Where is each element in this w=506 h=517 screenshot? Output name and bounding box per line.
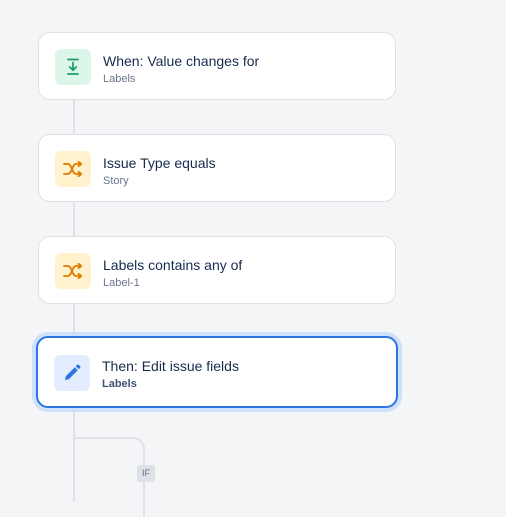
download-arrow-icon [55, 49, 91, 85]
flow-connector [73, 304, 75, 338]
node-subtitle: Labels [103, 73, 136, 85]
node-subtitle: Label-1 [103, 277, 140, 289]
condition-node-labels-contains[interactable]: Labels contains any of Label-1 [38, 236, 396, 304]
shuffle-icon [55, 151, 91, 187]
node-title: Labels contains any of [103, 257, 243, 273]
node-title: Issue Type equals [103, 155, 216, 171]
trigger-node-value-changes[interactable]: When: Value changes for Labels [38, 32, 396, 100]
node-title: Then: Edit issue fields [102, 358, 239, 374]
node-title: When: Value changes for [103, 53, 260, 69]
if-branch-badge[interactable]: IF [137, 465, 155, 482]
branch-connector [73, 437, 145, 517]
flow-connector [73, 202, 75, 236]
automation-flow-canvas: When: Value changes for Labels Issue Typ… [0, 0, 506, 517]
flow-connector [73, 100, 75, 134]
condition-node-issue-type[interactable]: Issue Type equals Story [38, 134, 396, 202]
pencil-icon [54, 355, 90, 391]
shuffle-icon [55, 253, 91, 289]
action-node-edit-issue-fields[interactable]: Then: Edit issue fields Labels [36, 336, 398, 408]
node-subtitle: Labels [102, 378, 137, 390]
node-subtitle: Story [103, 175, 129, 187]
